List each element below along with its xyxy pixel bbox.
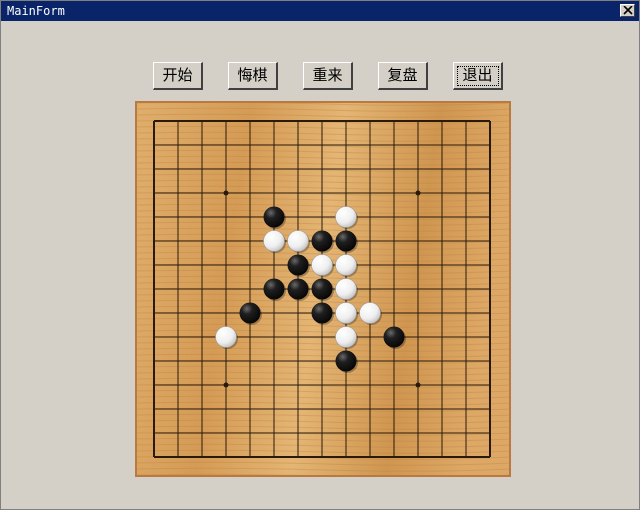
start-button[interactable]: 开始 (153, 62, 203, 90)
white-stone (215, 326, 237, 348)
close-icon (623, 6, 633, 15)
black-stone (335, 350, 357, 372)
star-point (415, 382, 421, 388)
white-stone (335, 254, 357, 276)
white-stone (263, 230, 285, 252)
black-stone (383, 326, 405, 348)
white-stone (335, 278, 357, 300)
gomoku-board[interactable] (135, 101, 511, 477)
window-title: MainForm (7, 4, 65, 18)
black-stone (311, 230, 333, 252)
star-point (415, 190, 421, 196)
close-button[interactable] (620, 4, 635, 17)
main-window: MainForm 开始 悔棋 重来 复盘 退出 (0, 0, 640, 510)
undo-button[interactable]: 悔棋 (228, 62, 278, 90)
replay-button[interactable]: 复盘 (378, 62, 428, 90)
restart-button[interactable]: 重来 (303, 62, 353, 90)
star-point (223, 382, 229, 388)
board-canvas[interactable] (135, 101, 511, 477)
exit-button[interactable]: 退出 (453, 62, 503, 90)
black-stone (311, 302, 333, 324)
black-stone (287, 254, 309, 276)
white-stone (335, 206, 357, 228)
white-stone (287, 230, 309, 252)
white-stone (311, 254, 333, 276)
white-stone (335, 302, 357, 324)
black-stone (263, 206, 285, 228)
black-stone (311, 278, 333, 300)
black-stone (263, 278, 285, 300)
white-stone (359, 302, 381, 324)
star-point (223, 190, 229, 196)
title-bar[interactable]: MainForm (1, 1, 639, 21)
white-stone (335, 326, 357, 348)
black-stone (239, 302, 261, 324)
black-stone (335, 230, 357, 252)
black-stone (287, 278, 309, 300)
